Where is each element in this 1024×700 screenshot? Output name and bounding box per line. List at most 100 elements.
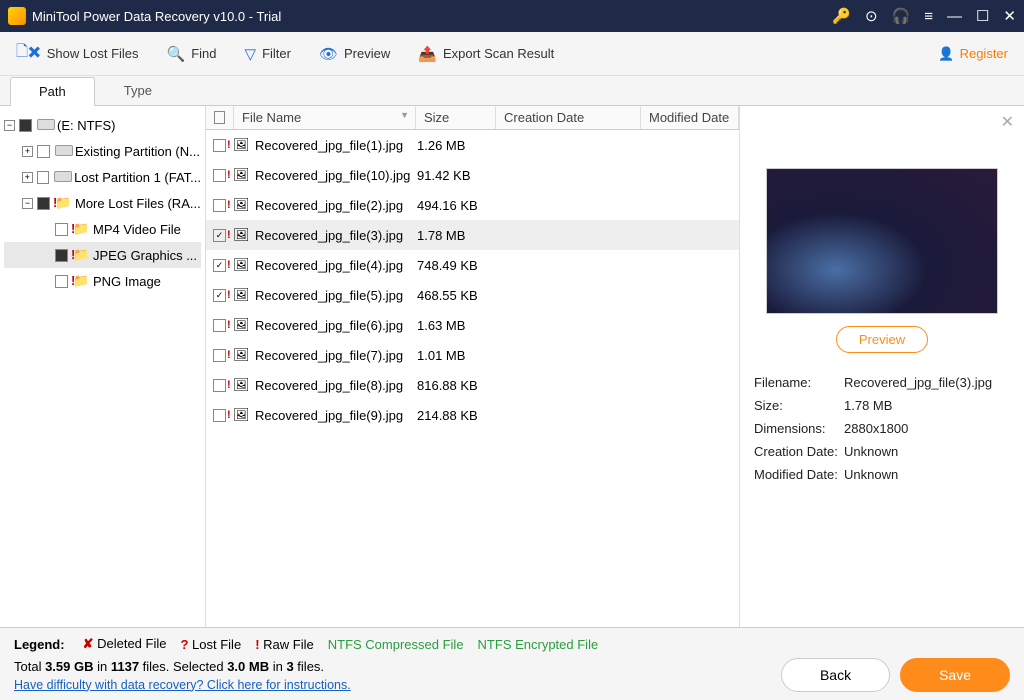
legend: Legend: ✘ Deleted File ? Lost File ! Raw… xyxy=(14,636,1010,652)
meta-filename-label: Filename: xyxy=(754,375,844,390)
tree-item[interactable]: !📁PNG Image xyxy=(4,268,201,294)
expand-icon[interactable]: − xyxy=(4,120,15,131)
tree-checkbox[interactable] xyxy=(37,145,50,158)
row-checkbox[interactable] xyxy=(213,199,226,212)
file-size: 748.49 KB xyxy=(415,258,495,273)
back-button[interactable]: Back xyxy=(781,658,890,692)
tree-item[interactable]: −!📁More Lost Files (RA... xyxy=(4,190,201,216)
expand-icon[interactable]: + xyxy=(22,146,33,157)
tree-label: PNG Image xyxy=(93,274,161,289)
file-icon: ! xyxy=(233,137,249,153)
close-icon[interactable]: ✕ xyxy=(1003,7,1016,25)
file-row[interactable]: ! Recovered_jpg_file(10).jpg 91.42 KB xyxy=(206,160,739,190)
file-name: Recovered_jpg_file(9).jpg xyxy=(255,408,415,423)
tree-item[interactable]: !📁JPEG Graphics ... xyxy=(4,242,201,268)
close-preview-icon[interactable]: ✕ xyxy=(1001,112,1014,132)
file-name: Recovered_jpg_file(6).jpg xyxy=(255,318,415,333)
file-size: 468.55 KB xyxy=(415,288,495,303)
legend-raw: Raw File xyxy=(263,637,314,652)
file-row[interactable]: ! Recovered_jpg_file(3).jpg 1.78 MB xyxy=(206,220,739,250)
row-checkbox[interactable] xyxy=(213,229,226,242)
tree-item[interactable]: + Existing Partition (N... xyxy=(4,138,201,164)
tree-checkbox[interactable] xyxy=(55,249,68,262)
row-checkbox[interactable] xyxy=(213,169,226,182)
file-size: 1.63 MB xyxy=(415,318,495,333)
col-modified-date[interactable]: Modified Date xyxy=(641,106,739,129)
file-size: 214.88 KB xyxy=(415,408,495,423)
help-link[interactable]: Have difficulty with data recovery? Clic… xyxy=(14,678,771,692)
drive-icon xyxy=(55,144,71,159)
row-checkbox[interactable] xyxy=(213,139,226,152)
file-icon: ! xyxy=(233,407,249,423)
file-size: 816.88 KB xyxy=(415,378,495,393)
file-icon: ! xyxy=(233,197,249,213)
tree-item[interactable]: +Lost Partition 1 (FAT... xyxy=(4,164,201,190)
row-checkbox[interactable] xyxy=(213,319,226,332)
tree-checkbox[interactable] xyxy=(19,119,32,132)
preview-icon: 👁 xyxy=(319,45,338,63)
meta-dim-label: Dimensions: xyxy=(754,421,844,436)
register-button[interactable]: 👤Register xyxy=(938,46,1008,62)
key-icon[interactable]: 🔑 xyxy=(832,7,851,25)
toolbar: 🗋✖Show Lost Files 🔍Find ▽Filter 👁Preview… xyxy=(0,32,1024,76)
file-name: Recovered_jpg_file(5).jpg xyxy=(255,288,415,303)
menu-icon[interactable]: ≡ xyxy=(924,8,933,25)
tree-item[interactable]: !📁MP4 Video File xyxy=(4,216,201,242)
col-filename[interactable]: File Name▼ xyxy=(234,106,416,129)
stats-line: Total 3.59 GB in 1137 files. Selected 3.… xyxy=(14,659,771,692)
row-checkbox[interactable] xyxy=(213,409,226,422)
file-icon: ! xyxy=(233,377,249,393)
file-row[interactable]: ! Recovered_jpg_file(8).jpg 816.88 KB xyxy=(206,370,739,400)
find-button[interactable]: 🔍Find xyxy=(167,45,217,63)
select-all-checkbox[interactable] xyxy=(214,111,225,124)
minimize-icon[interactable]: — xyxy=(947,8,962,25)
row-checkbox[interactable] xyxy=(213,379,226,392)
expand-icon[interactable]: − xyxy=(22,198,33,209)
file-row[interactable]: ! Recovered_jpg_file(9).jpg 214.88 KB xyxy=(206,400,739,430)
row-checkbox[interactable] xyxy=(213,259,226,272)
legend-lost: Lost File xyxy=(192,637,241,652)
filter-icon: ▽ xyxy=(245,45,257,63)
file-size: 1.01 MB xyxy=(415,348,495,363)
file-row[interactable]: ! Recovered_jpg_file(4).jpg 748.49 KB xyxy=(206,250,739,280)
meta-size-label: Size: xyxy=(754,398,844,413)
folder-icon: !📁 xyxy=(55,195,71,211)
preview-image-button[interactable]: Preview xyxy=(836,326,928,353)
file-row[interactable]: ! Recovered_jpg_file(6).jpg 1.63 MB xyxy=(206,310,739,340)
tab-type[interactable]: Type xyxy=(95,76,181,105)
tree-checkbox[interactable] xyxy=(37,197,50,210)
save-button[interactable]: Save xyxy=(900,658,1010,692)
file-name: Recovered_jpg_file(2).jpg xyxy=(255,198,415,213)
row-checkbox[interactable] xyxy=(213,289,226,302)
col-size[interactable]: Size xyxy=(416,106,496,129)
row-checkbox[interactable] xyxy=(213,349,226,362)
preview-button[interactable]: 👁Preview xyxy=(319,45,390,63)
tree-label: (E: NTFS) xyxy=(57,118,116,133)
tree-checkbox[interactable] xyxy=(37,171,50,184)
thumbnail-image xyxy=(766,168,998,314)
show-lost-icon: 🗋✖ xyxy=(16,41,41,66)
window-title: MiniTool Power Data Recovery v10.0 - Tri… xyxy=(32,9,832,24)
app-logo-icon xyxy=(8,7,26,25)
tree-item[interactable]: − (E: NTFS) xyxy=(4,112,201,138)
export-button[interactable]: 📤Export Scan Result xyxy=(418,45,554,63)
show-lost-files-button[interactable]: 🗋✖Show Lost Files xyxy=(16,41,139,66)
maximize-icon[interactable]: ☐ xyxy=(976,7,989,25)
file-size: 1.78 MB xyxy=(415,228,495,243)
file-row[interactable]: ! Recovered_jpg_file(2).jpg 494.16 KB xyxy=(206,190,739,220)
legend-deleted: Deleted File xyxy=(97,636,166,651)
filter-button[interactable]: ▽Filter xyxy=(245,45,291,63)
expand-icon[interactable]: + xyxy=(22,172,33,183)
tree-label: Existing Partition (N... xyxy=(75,144,200,159)
file-row[interactable]: ! Recovered_jpg_file(1).jpg 1.26 MB xyxy=(206,130,739,160)
tree-checkbox[interactable] xyxy=(55,275,68,288)
file-row[interactable]: ! Recovered_jpg_file(5).jpg 468.55 KB xyxy=(206,280,739,310)
headset-icon[interactable]: 🎧 xyxy=(892,7,911,25)
col-creation-date[interactable]: Creation Date xyxy=(496,106,641,129)
tree-label: MP4 Video File xyxy=(93,222,181,237)
tab-path[interactable]: Path xyxy=(10,77,95,106)
file-row[interactable]: ! Recovered_jpg_file(7).jpg 1.01 MB xyxy=(206,340,739,370)
tree-checkbox[interactable] xyxy=(55,223,68,236)
file-icon: ! xyxy=(233,227,249,243)
disc-icon[interactable]: ⊙ xyxy=(865,7,878,25)
